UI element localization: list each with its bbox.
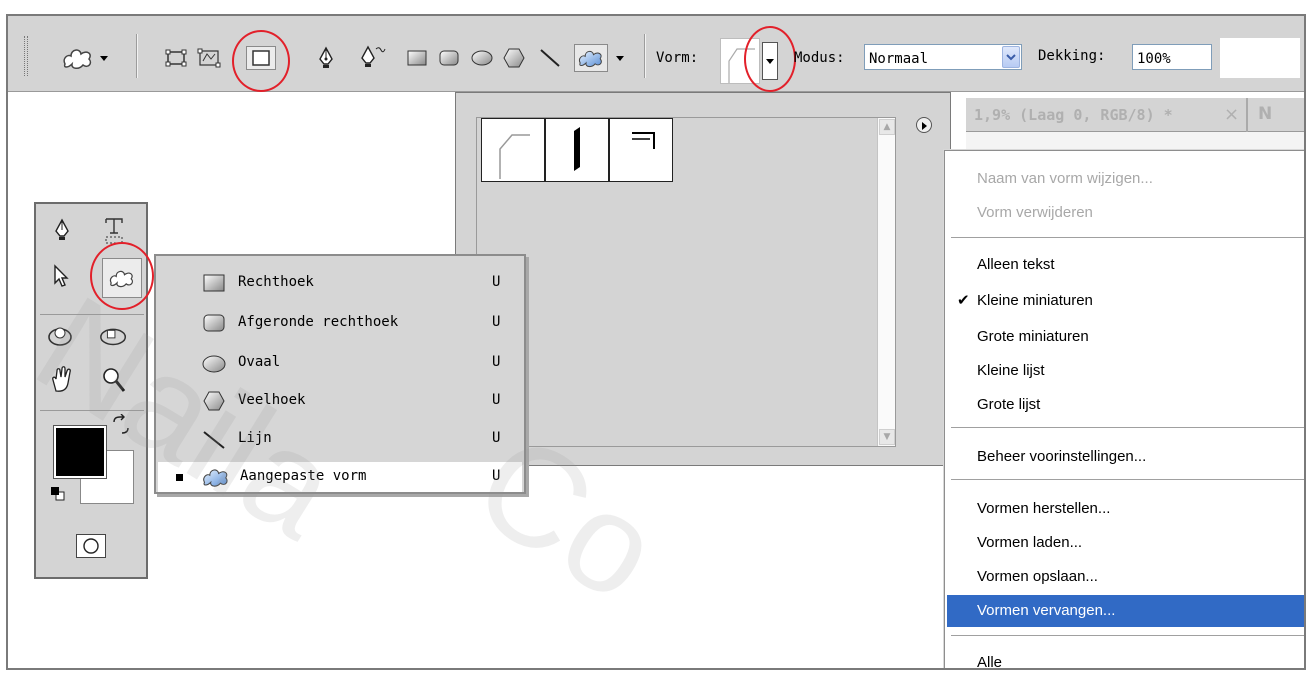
shape-grid: ▲ ▼ — [476, 117, 896, 447]
chevron-down-icon — [1006, 54, 1016, 61]
play-arrow-icon — [922, 122, 927, 130]
options-bar-overflow — [1220, 38, 1300, 78]
rectangle-icon — [407, 50, 427, 66]
menu-item-preset-manager[interactable]: Beheer voorinstellingen... — [947, 441, 1304, 473]
close-icon[interactable]: × — [1224, 104, 1239, 125]
shortcut-key: U — [492, 314, 501, 330]
options-bar: Vorm: Modus: Normaal Dekking: 100% — [8, 16, 1304, 92]
menu-item-all[interactable]: Alle — [947, 647, 1304, 668]
chevron-down-icon — [100, 56, 108, 61]
flyout-item-rectangle[interactable]: Rechthoek U — [156, 268, 522, 298]
scroll-down-icon[interactable]: ▼ — [879, 429, 895, 445]
default-colors-icon[interactable] — [50, 486, 66, 502]
next-tab-label[interactable]: N — [1258, 104, 1272, 124]
bracket-shape-icon — [632, 132, 655, 149]
ellipse-tool-button[interactable] — [468, 46, 496, 70]
flyout-item-label: Rechthoek — [238, 274, 314, 290]
menu-item-load-shapes[interactable]: Vormen laden... — [947, 527, 1304, 559]
custom-shape-icon — [63, 49, 92, 69]
ruler — [966, 132, 1304, 150]
shape-swatch[interactable] — [609, 118, 673, 182]
line-icon — [540, 49, 560, 67]
frame-corner-shape-icon — [499, 134, 530, 179]
pen-icon — [55, 218, 69, 240]
rectangle-tool-button[interactable] — [404, 46, 430, 70]
menu-item-rename-shape: Naam van vorm wijzigen... — [977, 170, 1153, 187]
document-tab[interactable]: 1,9% (Laag 0, RGB/8) * × N — [966, 98, 1304, 132]
rectangle-icon — [203, 274, 225, 292]
chevron-down-icon[interactable] — [616, 56, 624, 61]
rounded-rectangle-icon — [203, 314, 225, 332]
divider — [644, 34, 646, 78]
screenshot-frame: Vorm: Modus: Normaal Dekking: 100% 1,9% … — [6, 14, 1306, 670]
shape-label: Vorm: — [656, 50, 699, 66]
pen-tool-button[interactable] — [314, 46, 338, 70]
mode-select[interactable]: Normaal — [864, 44, 1022, 70]
rounded-rectangle-tool-button[interactable] — [436, 46, 462, 70]
menu-item-replace-shapes[interactable]: Vormen vervangen... — [947, 595, 1304, 627]
type-icon — [105, 218, 123, 244]
custom-shape-tool-button[interactable] — [574, 44, 608, 72]
document-tab-title: 1,9% (Laag 0, RGB/8) * — [974, 106, 1173, 124]
menu-item-small-thumbnails[interactable]: ✔ Kleine miniaturen — [947, 285, 1304, 317]
shortcut-key: U — [492, 392, 501, 408]
line-tool-button[interactable] — [536, 46, 564, 70]
paths-button[interactable] — [194, 46, 224, 70]
menu-item-large-list[interactable]: Grote lijst — [947, 389, 1304, 421]
scroll-up-icon[interactable]: ▲ — [879, 119, 895, 135]
quick-mask-button[interactable] — [76, 534, 106, 558]
paths-icon — [197, 48, 221, 68]
mode-label: Modus: — [794, 50, 845, 66]
menu-item-large-thumbnails[interactable]: Grote miniaturen — [947, 321, 1304, 353]
opacity-label: Dekking: — [1038, 48, 1106, 64]
arrow-pointer-icon — [54, 264, 69, 287]
menu-item-small-list[interactable]: Kleine lijst — [947, 355, 1304, 387]
shape-layers-button[interactable] — [162, 46, 190, 70]
shape-layers-icon — [165, 49, 187, 67]
mode-dropdown-button[interactable] — [1002, 46, 1020, 68]
opacity-value: 100% — [1137, 51, 1171, 67]
tool-preset-picker[interactable] — [48, 46, 108, 70]
pen-icon — [319, 46, 333, 68]
menu-separator — [951, 479, 1304, 480]
menu-item-text-only[interactable]: Alleen tekst — [947, 249, 1304, 281]
flyout-item-rounded-rectangle[interactable]: Afgeronde rechthoek U — [156, 308, 522, 338]
path-selection-tool[interactable] — [46, 260, 78, 292]
divider — [136, 34, 138, 78]
menu-item-reset-shapes[interactable]: Vormen herstellen... — [947, 493, 1304, 525]
freeform-pen-icon — [361, 45, 386, 67]
menu-separator — [951, 635, 1304, 636]
bar-shape-icon — [574, 127, 580, 171]
annotation-circle — [232, 30, 290, 92]
flyout-item-label: Afgeronde rechthoek — [238, 314, 399, 330]
polygon-tool-button[interactable] — [500, 46, 528, 70]
shortcut-key: U — [492, 274, 501, 290]
rounded-rectangle-icon — [439, 50, 459, 66]
menu-separator — [951, 237, 1304, 238]
mode-value: Normaal — [869, 51, 929, 67]
menu-separator — [951, 427, 1304, 428]
shortcut-key: U — [492, 354, 501, 370]
shape-swatch[interactable] — [481, 118, 545, 182]
polygon-icon — [503, 48, 525, 68]
options-bar-grip[interactable] — [24, 36, 28, 76]
pen-tool[interactable] — [46, 214, 78, 246]
shape-grid-scrollbar[interactable]: ▲ ▼ — [877, 118, 895, 446]
quick-mask-icon — [83, 538, 99, 554]
menu-item-save-shapes[interactable]: Vormen opslaan... — [947, 561, 1304, 593]
annotation-circle — [744, 26, 796, 92]
shape-picker-context-menu: Naam van vorm wijzigen... Vorm verwijder… — [944, 150, 1304, 668]
freeform-pen-button[interactable] — [358, 45, 388, 70]
panel-menu-button[interactable] — [916, 117, 932, 133]
opacity-input[interactable]: 100% — [1132, 44, 1212, 70]
custom-shape-icon — [579, 50, 602, 68]
shape-swatch[interactable] — [545, 118, 609, 182]
shortcut-key: U — [492, 430, 501, 446]
menu-item-delete-shape: Vorm verwijderen — [977, 204, 1093, 221]
checkmark-icon: ✔ — [957, 292, 970, 309]
ellipse-icon — [471, 50, 493, 66]
tab-divider — [1246, 98, 1248, 132]
